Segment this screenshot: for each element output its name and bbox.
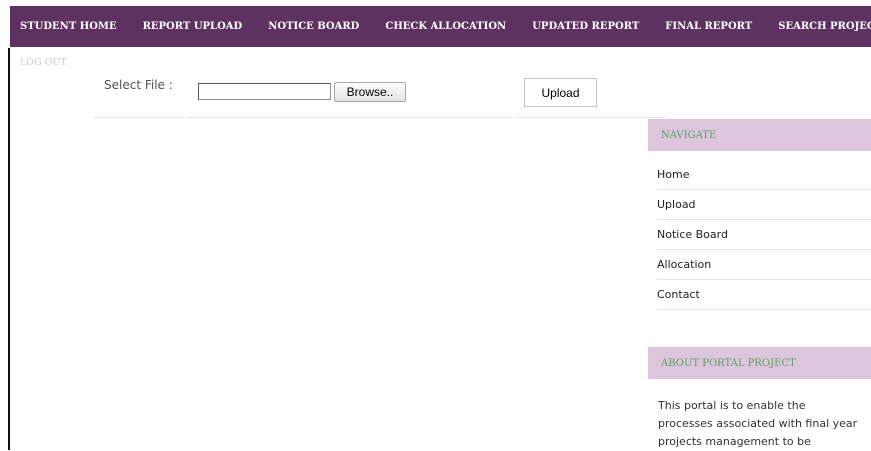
form-cell-divider <box>516 117 666 118</box>
file-path-field[interactable] <box>198 83 331 100</box>
about-portal-text: This portal is to enable the processes a… <box>658 399 858 448</box>
nav-check-allocation[interactable]: CHECK ALLOCATION <box>385 21 506 32</box>
sidebar-item-contact[interactable]: Contact <box>657 280 871 310</box>
navigate-heading: NAVIGATE <box>648 119 871 151</box>
browse-button[interactable]: Browse.. <box>334 82 406 102</box>
nav-report-upload[interactable]: REPORT UPLOAD <box>143 21 243 32</box>
page-left-border <box>8 48 10 450</box>
form-cell-divider <box>187 117 513 118</box>
sidebar-item-notice-board[interactable]: Notice Board <box>657 220 871 250</box>
about-portal-heading: ABOUT PORTAL PROJECT <box>648 347 871 379</box>
nav-notice-board[interactable]: NOTICE BOARD <box>268 21 359 32</box>
nav-student-home[interactable]: STUDENT HOME <box>20 21 117 32</box>
sidebar-item-upload[interactable]: Upload <box>657 190 871 220</box>
nav-search-project[interactable]: SEARCH PROJECT <box>778 21 871 32</box>
form-cell-divider <box>94 117 185 118</box>
sidebar-item-home[interactable]: Home <box>657 160 871 190</box>
top-navigation-bar: STUDENT HOME REPORT UPLOAD NOTICE BOARD … <box>10 6 871 47</box>
upload-form: Select File : Browse.. Upload <box>94 74 666 118</box>
nav-updated-report[interactable]: UPDATED REPORT <box>532 21 639 32</box>
upload-button[interactable]: Upload <box>524 78 597 107</box>
sidebar: NAVIGATE Home Upload Notice Board Alloca… <box>648 119 871 450</box>
select-file-label: Select File : <box>104 78 173 92</box>
logout-link[interactable]: LOG OUT <box>20 57 67 68</box>
sidebar-item-allocation[interactable]: Allocation <box>657 250 871 280</box>
sidebar-nav-list: Home Upload Notice Board Allocation Cont… <box>657 160 871 310</box>
nav-final-report[interactable]: FINAL REPORT <box>665 21 752 32</box>
